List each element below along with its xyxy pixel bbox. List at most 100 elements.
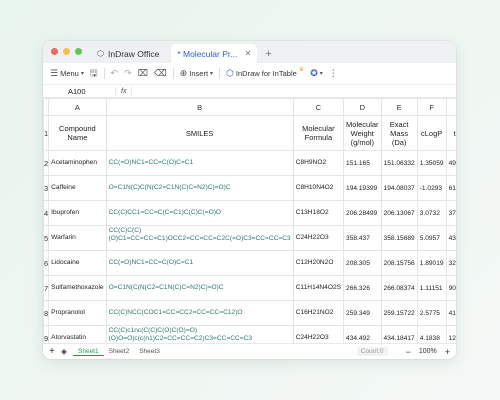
header-cell-smiles[interactable]: SMILES [105, 115, 294, 151]
cell-formula[interactable]: C11H14N4O2S [292, 275, 345, 301]
cell-weight[interactable]: 266.326 [343, 275, 382, 301]
cell-tpsa[interactable]: 49.33 [445, 150, 456, 176]
more-options-icon[interactable]: ⋮ [329, 68, 338, 79]
save-icon[interactable]: 🖫 [90, 66, 98, 82]
cell-weight[interactable]: 151.165 [343, 150, 382, 176]
ai-button[interactable]: ✪ ▾ [310, 68, 323, 79]
close-window-button[interactable] [51, 48, 58, 55]
minimize-window-button[interactable] [63, 48, 70, 55]
cell-clogp[interactable]: -1.0293 [416, 175, 447, 201]
add-sheet-button[interactable]: + [49, 346, 55, 357]
zoom-out-button[interactable]: − [406, 347, 411, 357]
column-header-d[interactable]: D [343, 98, 382, 116]
cell-reference-box[interactable]: A100 [43, 87, 115, 96]
new-tab-button[interactable]: + [265, 48, 271, 60]
cell-clogp[interactable]: 1.11151 [416, 275, 447, 301]
column-header-b[interactable]: B [105, 98, 294, 116]
cell-smiles[interactable]: O=C1N(C)C(N(C2=C1N(C)C=N2)C)=O)C [105, 175, 294, 201]
cell-clogp[interactable]: 1.35059 [416, 150, 447, 176]
cell-formula[interactable]: C24H22O3 [292, 225, 345, 251]
cell-smiles[interactable]: CC(C)C(C)(O)C1=CC=CC=C1)OCC2=CC=CC=C2C(=… [105, 225, 294, 251]
cell-compound-name[interactable]: Ibuprofen [48, 200, 107, 226]
cell-weight[interactable]: 206.28499 [343, 200, 382, 226]
close-tab-icon[interactable]: ✕ [245, 49, 252, 58]
zoom-in-button[interactable]: + [445, 347, 450, 357]
cell-tpsa[interactable]: 61.82 [445, 175, 456, 201]
indraw-for-intable-button[interactable]: ⬡ InDraw for InTable ♛ [226, 67, 304, 79]
column-header-a[interactable]: A [48, 98, 107, 116]
cell-smiles[interactable]: CC(=O)NC1=CC=C(O)C=C1 [105, 250, 294, 276]
sheet-tab-1[interactable]: Sheet1 [73, 348, 104, 356]
column-header-g[interactable]: G [445, 98, 456, 116]
header-cell-tpsa[interactable]: tPSA [445, 115, 456, 151]
header-cell-exact-mass[interactable]: Exact Mass (Da) [380, 115, 418, 151]
format-painter-icon[interactable]: ⌧ [138, 68, 148, 79]
table-row: 5 Warfarin CC(C)C(C)(O)C1=CC=CC=C1)OCC2=… [43, 225, 456, 251]
cell-smiles[interactable]: CC(=O)NC1=CC=C(O)C=C1 [105, 150, 294, 176]
tab-indraw-office[interactable]: ⬡ InDraw Office [91, 44, 165, 63]
cell-clogp[interactable]: 1.89019 [416, 250, 447, 276]
cell-weight[interactable]: 259.349 [343, 300, 382, 326]
cell-exact-mass[interactable]: 151.06332 [380, 150, 418, 176]
sheet-list-icon[interactable]: ◈ [61, 347, 67, 356]
cell-formula[interactable]: C8H10N4O2 [292, 175, 345, 201]
count-indicator: Count:0 [356, 347, 388, 356]
cell-tpsa[interactable]: 32.67 [445, 250, 456, 276]
maximize-window-button[interactable] [75, 48, 82, 55]
cell-tpsa[interactable]: 37.3 [445, 200, 456, 226]
cell-exact-mass[interactable]: 358.15689 [380, 225, 418, 251]
undo-icon[interactable]: ↶ [111, 68, 119, 79]
indraw-label: InDraw for InTable [235, 69, 297, 78]
header-cell-compound-name[interactable]: Compound Name [48, 115, 107, 151]
menu-button[interactable]: ☰ Menu ▾ [50, 68, 84, 79]
cell-clogp[interactable]: 2.5775 [416, 300, 447, 326]
header-cell-clogp[interactable]: cLogP [416, 115, 447, 151]
cell-formula[interactable]: C16H21NO2 [292, 300, 345, 326]
cell-formula[interactable]: C12H20N2O [292, 250, 345, 276]
cell-weight[interactable]: 358.437 [343, 225, 382, 251]
cell-tpsa[interactable]: 41.48999 [445, 300, 456, 326]
sheet-tab-2[interactable]: Sheet2 [104, 348, 135, 355]
cell-compound-name[interactable]: Lidocaine [48, 250, 107, 276]
table-row: 3 Caffeine O=C1N(C)C(N(C2=C1N(C)C=N2)C)=… [43, 175, 456, 201]
cell-smiles[interactable]: CC(C)NCC(COC1=CC=CC2=CC=CC=C12)O [105, 300, 294, 326]
column-header-row: A B C D E F G [43, 98, 456, 116]
cell-compound-name[interactable]: Sulfamethoxazole [48, 275, 107, 301]
zoom-level[interactable]: 100% [419, 348, 437, 355]
cell-clogp[interactable]: 5.0957 [416, 225, 447, 251]
fx-icon[interactable]: fx [115, 87, 131, 95]
column-header-c[interactable]: C [292, 98, 345, 116]
eraser-icon[interactable]: ⌫ [154, 68, 167, 79]
cell-compound-name[interactable]: Propranolol [48, 300, 107, 326]
column-header-f[interactable]: F [416, 98, 447, 116]
header-cell-weight[interactable]: Molecular Weight (g/mol) [343, 115, 382, 151]
cell-compound-name[interactable]: Warfarin [48, 225, 107, 251]
cell-compound-name[interactable]: Acetaminophen [48, 150, 107, 176]
cell-clogp[interactable]: 3.0732 [416, 200, 447, 226]
cell-smiles[interactable]: O=C1N(C(N(C2=C1N(C)C=N2)C)=O)C [105, 275, 294, 301]
hamburger-icon: ☰ [50, 68, 59, 78]
zoom-control: − 100% + [406, 347, 450, 357]
cell-formula[interactable]: C13H18O2 [292, 200, 345, 226]
redo-icon[interactable]: ↷ [124, 68, 132, 79]
header-cell-formula[interactable]: Molecular Formula [292, 115, 345, 151]
cell-exact-mass[interactable]: 194.08037 [380, 175, 418, 201]
cell-formula[interactable]: C8H9NO2 [292, 150, 345, 176]
cell-exact-mass[interactable]: 259.15722 [380, 300, 418, 326]
cell-smiles[interactable]: CC(C)CC1=CC=C(C=C1)C(C)C(=O)O [105, 200, 294, 226]
chevron-down-icon: ▾ [319, 71, 323, 77]
tab-molecular-properties[interactable]: * Molecular Pr... ✕ [171, 44, 258, 63]
cell-weight[interactable]: 194.19399 [343, 175, 382, 201]
cell-compound-name[interactable]: Caffeine [48, 175, 107, 201]
cell-exact-mass[interactable]: 206.13067 [380, 200, 418, 226]
cell-exact-mass[interactable]: 266.08374 [380, 275, 418, 301]
ai-swirl-icon: ✪ [310, 68, 318, 78]
cell-tpsa[interactable]: 90.01 [445, 275, 456, 301]
sheet-tab-3[interactable]: Sheet3 [134, 348, 165, 355]
insert-button[interactable]: ⊕ Insert ▾ [180, 68, 213, 79]
cell-weight[interactable]: 208.305 [343, 250, 382, 276]
cell-tpsa[interactable]: 43.37 [445, 225, 456, 251]
formula-input[interactable] [132, 85, 456, 97]
cell-exact-mass[interactable]: 208.15756 [380, 250, 418, 276]
column-header-e[interactable]: E [380, 98, 418, 116]
